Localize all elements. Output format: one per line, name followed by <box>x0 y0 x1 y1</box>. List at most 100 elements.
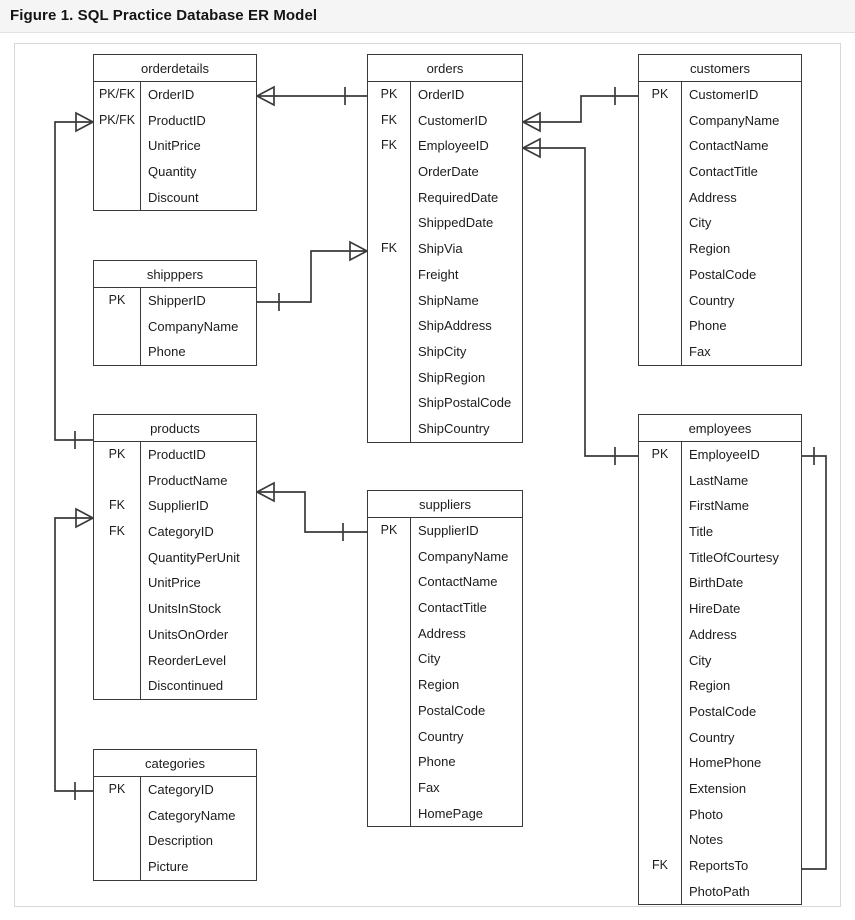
attribute-name: Country <box>681 287 801 314</box>
attribute-name: Country <box>681 724 801 751</box>
entity-suppliers[interactable]: suppliers PK SupplierID CompanyName ContactN… <box>367 490 523 828</box>
attribute-key-indicator <box>368 210 410 236</box>
attribute-row[interactable]: Description <box>94 828 256 855</box>
attribute-row[interactable]: Notes <box>639 827 801 853</box>
attribute-row[interactable]: Extension <box>639 775 801 802</box>
attribute-row[interactable]: TitleOfCourtesy <box>639 544 801 571</box>
attribute-row[interactable]: Phone <box>639 313 801 339</box>
attribute-row[interactable]: RequiredDate <box>368 184 522 211</box>
entity-orderdetails[interactable]: orderdetails PK/FK OrderID PK/FK ProductID Un… <box>93 54 257 212</box>
attribute-row[interactable]: Address <box>368 620 522 647</box>
attribute-row[interactable]: Region <box>639 236 801 262</box>
attribute-row[interactable]: FK ShipVia <box>368 236 522 262</box>
attribute-row[interactable]: FK ReportsTo <box>639 853 801 879</box>
attribute-row[interactable]: PK OrderID <box>368 82 522 108</box>
attribute-row[interactable]: PostalCode <box>639 698 801 725</box>
attribute-key-indicator <box>368 569 410 595</box>
attribute-row[interactable]: PostalCode <box>639 261 801 288</box>
attribute-row[interactable]: City <box>639 647 801 674</box>
attribute-key-indicator <box>368 159 410 185</box>
attribute-row[interactable]: FK EmployeeID <box>368 133 522 160</box>
attribute-row[interactable]: PK CategoryID <box>94 777 256 803</box>
attribute-row[interactable]: Address <box>639 621 801 648</box>
entity-employees[interactable]: employees PK EmployeeID LastName FirstName Ti… <box>638 414 802 906</box>
attribute-row[interactable]: Quantity <box>94 159 256 185</box>
attribute-row[interactable]: HomePage <box>368 800 522 827</box>
attribute-row[interactable]: HireDate <box>639 596 801 622</box>
attribute-row[interactable]: ProductName <box>94 467 256 494</box>
attribute-row[interactable]: CompanyName <box>368 543 522 570</box>
attribute-row[interactable]: Title <box>639 519 801 545</box>
attribute-row[interactable]: PK/FK OrderID <box>94 82 256 108</box>
attribute-row[interactable]: Country <box>639 724 801 751</box>
attribute-row[interactable]: City <box>368 646 522 673</box>
attribute-row[interactable]: ShipName <box>368 287 522 314</box>
attribute-row[interactable]: ShipPostalCode <box>368 390 522 416</box>
attribute-row[interactable]: City <box>639 210 801 237</box>
entity-shipppers[interactable]: shipppers PK ShipperID CompanyName Phone <box>93 260 257 367</box>
entity-categories[interactable]: categories PK CategoryID CategoryName Descri… <box>93 749 257 881</box>
attribute-row[interactable]: FirstName <box>639 493 801 520</box>
attribute-row[interactable]: UnitPrice <box>94 570 256 597</box>
attribute-row[interactable]: Freight <box>368 261 522 288</box>
attribute-row[interactable]: PK EmployeeID <box>639 442 801 468</box>
attribute-name: CustomerID <box>410 107 522 134</box>
attribute-name: ShipVia <box>410 236 522 262</box>
entity-customers[interactable]: customers PK CustomerID CompanyName ContactN… <box>638 54 802 366</box>
attribute-row[interactable]: QuantityPerUnit <box>94 544 256 571</box>
attribute-key-indicator <box>94 854 140 880</box>
attribute-row[interactable]: Photo <box>639 801 801 828</box>
attribute-row[interactable]: Phone <box>368 749 522 775</box>
attribute-row[interactable]: BirthDate <box>639 570 801 597</box>
attribute-row[interactable]: ContactTitle <box>368 595 522 621</box>
entity-orders[interactable]: orders PK OrderID FK CustomerID FK EmployeeID O… <box>367 54 523 443</box>
attribute-row[interactable]: ShipCountry <box>368 415 522 442</box>
attribute-key-indicator <box>94 570 140 596</box>
attribute-key-indicator: PK <box>380 523 398 537</box>
attribute-row[interactable]: OrderDate <box>368 159 522 185</box>
entity-products[interactable]: products PK ProductID ProductName FK Supplier… <box>93 414 257 700</box>
attribute-row[interactable]: CompanyName <box>639 107 801 134</box>
attribute-row[interactable]: UnitsInStock <box>94 596 256 622</box>
attribute-row[interactable]: UnitsOnOrder <box>94 621 256 648</box>
attribute-row[interactable]: Fax <box>639 338 801 365</box>
attribute-row[interactable]: FK SupplierID <box>94 493 256 520</box>
attribute-row[interactable]: PostalCode <box>368 697 522 724</box>
attribute-row[interactable]: ContactName <box>368 569 522 596</box>
attribute-row[interactable]: Country <box>368 723 522 750</box>
attribute-row[interactable]: PK ProductID <box>94 442 256 468</box>
attribute-name: RequiredDate <box>410 184 522 211</box>
attribute-row[interactable]: ContactName <box>639 133 801 160</box>
attribute-name: Address <box>681 184 801 211</box>
attribute-row[interactable]: CategoryName <box>94 802 256 829</box>
attribute-row[interactable]: UnitPrice <box>94 133 256 160</box>
attribute-row[interactable]: Country <box>639 287 801 314</box>
attribute-row[interactable]: Phone <box>94 339 256 366</box>
attribute-row[interactable]: ShipRegion <box>368 364 522 391</box>
attribute-row[interactable]: PK SupplierID <box>368 518 522 544</box>
attribute-row[interactable]: Discontinued <box>94 673 256 699</box>
attribute-row[interactable]: FK CategoryID <box>94 519 256 545</box>
attribute-row[interactable]: FK CustomerID <box>368 107 522 134</box>
attribute-row[interactable]: HomePhone <box>639 750 801 776</box>
attribute-row[interactable]: Address <box>639 184 801 211</box>
attribute-row[interactable]: ContactTitle <box>639 159 801 185</box>
attribute-key-indicator: PK <box>108 447 126 461</box>
attribute-row[interactable]: Picture <box>94 854 256 880</box>
attribute-name: Description <box>140 828 256 855</box>
attribute-row[interactable]: ReorderLevel <box>94 647 256 674</box>
attribute-row[interactable]: ShippedDate <box>368 210 522 237</box>
attribute-row[interactable]: LastName <box>639 467 801 494</box>
attribute-row[interactable]: Discount <box>94 184 256 211</box>
attribute-row[interactable]: ShipCity <box>368 338 522 365</box>
attribute-row[interactable]: Region <box>639 673 801 699</box>
attribute-row[interactable]: ShipAddress <box>368 313 522 339</box>
entity-attributes-employees: PK EmployeeID LastName FirstName Title TitleO… <box>639 442 801 905</box>
attribute-row[interactable]: Fax <box>368 774 522 801</box>
attribute-row[interactable]: PK ShipperID <box>94 288 256 314</box>
attribute-row[interactable]: CompanyName <box>94 313 256 340</box>
attribute-row[interactable]: Region <box>368 672 522 698</box>
attribute-row[interactable]: PK/FK ProductID <box>94 107 256 134</box>
attribute-row[interactable]: PhotoPath <box>639 878 801 905</box>
attribute-row[interactable]: PK CustomerID <box>639 82 801 108</box>
